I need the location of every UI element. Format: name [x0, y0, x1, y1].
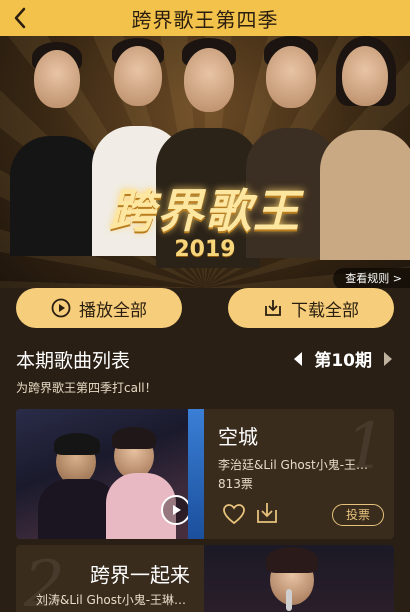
play-icon [173, 505, 181, 515]
play-all-label: 播放全部 [79, 300, 147, 321]
song-list-title: 本期歌曲列表 [16, 350, 131, 372]
song-singer: 刘涛&Lil Ghost小鬼-王琳… [36, 593, 187, 607]
song-info: 1 空城 李治廷&Lil Ghost小鬼-王… 813票 投票 [218, 409, 394, 539]
view-rules-button[interactable]: 查看规则 > [333, 268, 410, 288]
download-icon [263, 298, 283, 318]
hero-banner: 跨界歌王 2019 查看规则 > [0, 36, 410, 288]
vote-button[interactable]: 投票 [332, 504, 384, 526]
issue-label: 第10期 [314, 351, 372, 371]
triangle-right-icon [384, 351, 392, 366]
chevron-left-icon [14, 7, 26, 29]
page-title: 跨界歌王第四季 [131, 7, 279, 32]
vote-count: 813票 [218, 477, 253, 491]
prev-issue-button[interactable] [292, 351, 304, 367]
download-icon [257, 503, 277, 523]
song-card[interactable]: 1 空城 李治廷&Lil Ghost小鬼-王… 813票 投票 [16, 409, 394, 539]
banner-person-1 [10, 36, 102, 256]
show-logo: 跨界歌王 2019 [100, 184, 310, 264]
download-all-label: 下载全部 [291, 300, 359, 321]
top-bar: 跨界歌王第四季 [0, 0, 410, 36]
heart-icon [223, 504, 245, 525]
action-bar: 播放全部 下载全部 [0, 288, 410, 330]
show-logo-text: 跨界歌王 [109, 184, 301, 238]
play-circle-icon [51, 298, 71, 318]
play-all-button[interactable]: 播放全部 [16, 288, 182, 328]
download-song-button[interactable] [255, 501, 279, 525]
song-thumbnail[interactable] [204, 545, 394, 612]
show-logo-year: 2019 [174, 237, 236, 262]
next-issue-button[interactable] [382, 351, 394, 367]
download-all-button[interactable]: 下载全部 [228, 288, 394, 328]
like-button[interactable] [222, 503, 246, 525]
song-title: 跨界一起来 [90, 563, 190, 587]
triangle-left-icon [294, 351, 303, 366]
song-singer: 李治廷&Lil Ghost小鬼-王… [218, 458, 369, 472]
issue-selector: 第10期 [292, 346, 394, 371]
banner-person-5 [320, 36, 410, 260]
section-slogan: 为跨界歌王第四季打call！ [16, 381, 157, 395]
play-video-button[interactable] [161, 495, 191, 525]
back-button[interactable] [8, 5, 32, 31]
thumbnail-accent-strip [188, 409, 204, 539]
song-title: 空城 [218, 425, 258, 449]
song-thumbnail[interactable] [16, 409, 204, 539]
song-card[interactable]: 2 跨界一起来 刘涛&Lil Ghost小鬼-王琳… [16, 545, 394, 612]
